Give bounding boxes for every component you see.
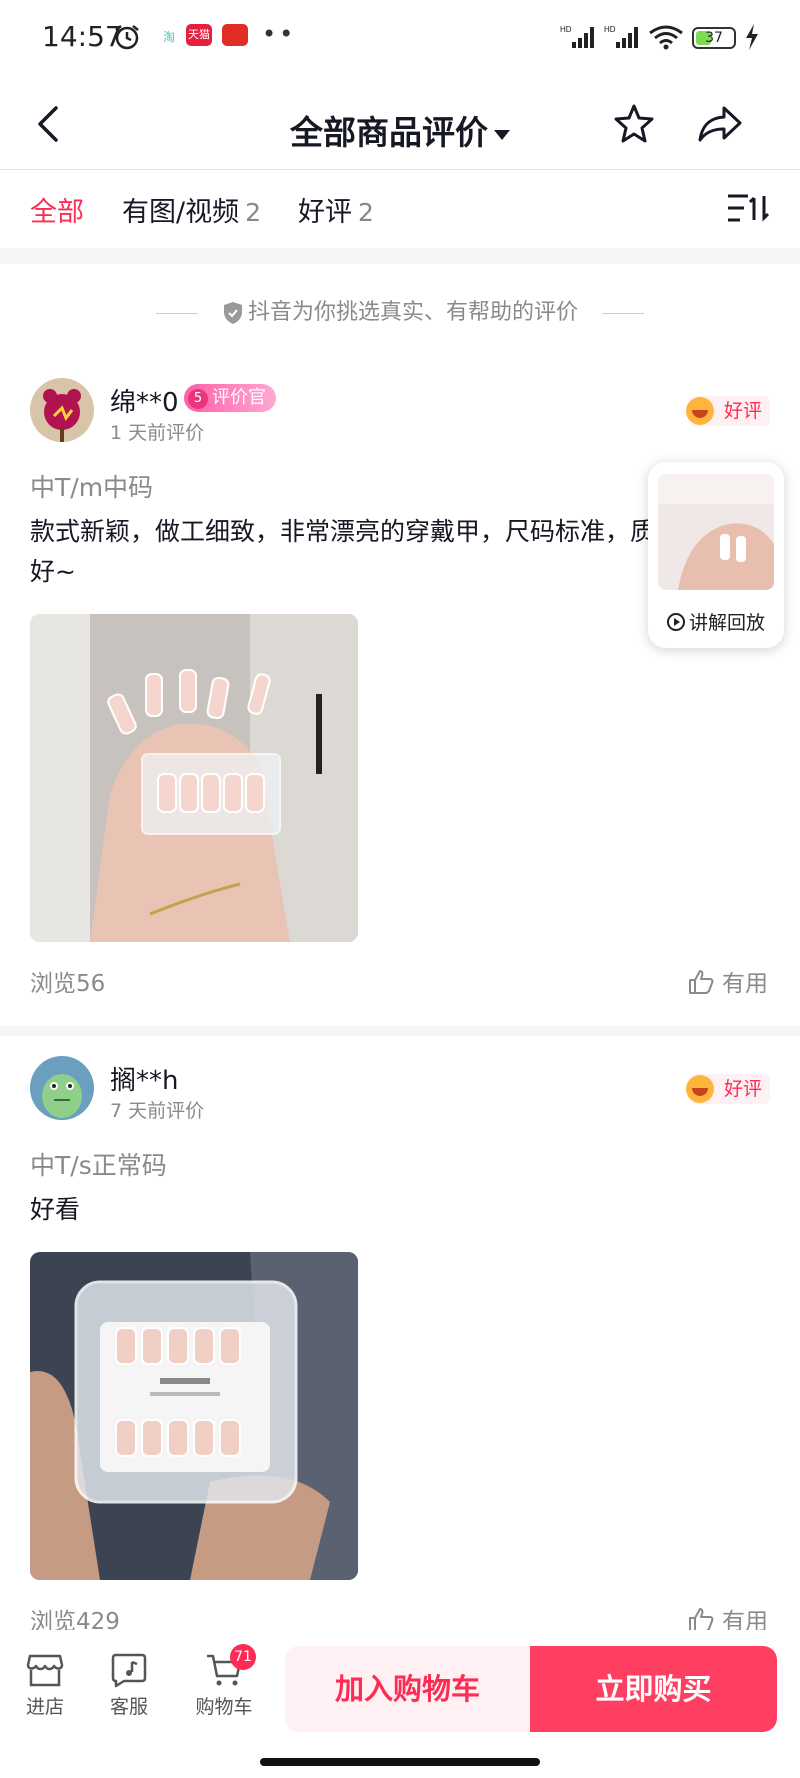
signal-icon-2: HD (604, 25, 638, 48)
rating-label: 好评 (724, 1078, 763, 1100)
cart-label: 购物车 (195, 1696, 253, 1718)
sort-filter-button[interactable] (726, 190, 770, 226)
product-spec: 中T/m中码 (30, 473, 154, 502)
tmall-app-icon: 天猫 (186, 24, 212, 46)
battery-level: 37 (705, 30, 723, 46)
rating-badge: 好评 (686, 396, 770, 426)
pinduoduo-app-icon (222, 24, 248, 46)
replay-label-row: 讲解回放 (648, 608, 784, 635)
add-to-cart-button[interactable]: 加入购物车 (285, 1646, 530, 1732)
store-icon (26, 1654, 64, 1687)
review-text: 好看 (30, 1195, 81, 1224)
replay-label: 讲解回放 (688, 612, 765, 634)
rating-label: 好评 (724, 400, 763, 422)
svg-text:HD: HD (560, 25, 572, 34)
avatar[interactable] (30, 1056, 94, 1120)
replay-thumbnail (658, 474, 774, 590)
product-spec: 中T/s正常码 (30, 1151, 167, 1180)
home-indicator[interactable] (260, 1758, 540, 1766)
status-bar: 14:57 淘 天猫 •• HD HD 37 (0, 0, 800, 76)
review-photo[interactable] (30, 614, 358, 942)
buy-now-button[interactable]: 立即购买 (530, 1646, 777, 1732)
authenticity-notice: 抖音为你挑选真实、有帮助的评价 (0, 294, 800, 330)
bottom-action-bar: 进店 客服 购物车 71 加入购物车 立即购买 (0, 1630, 800, 1778)
customer-service-label: 客服 (109, 1696, 148, 1718)
store-label: 进店 (25, 1696, 64, 1718)
thumbs-up-icon (689, 970, 714, 994)
chat-icon (111, 1653, 147, 1688)
helpful-button[interactable]: 有用 (688, 964, 768, 998)
cart-button[interactable]: 购物车 71 (188, 1644, 260, 1719)
svg-text:HD: HD (604, 25, 616, 34)
reviewer-name[interactable]: 绵**0 (110, 382, 179, 419)
cart-count-badge: 71 (230, 1644, 256, 1670)
filter-tabs: 全部 有图/视频 2 好评 2 (0, 170, 800, 248)
section-divider (0, 248, 800, 264)
review-text: 款式新颖，做工细致，非常漂亮的穿戴甲，尺码标准，质量很好~ (30, 517, 706, 586)
live-replay-float[interactable]: 讲解回放 (648, 462, 784, 648)
review-time: 1 天前评价 (110, 422, 205, 444)
tab-positive[interactable]: 好评 2 (298, 190, 374, 229)
signal-icon: HD (560, 25, 594, 48)
review-time: 7 天前评价 (110, 1100, 205, 1122)
tab-positive-count: 2 (358, 198, 374, 227)
helpful-label: 有用 (722, 971, 768, 997)
rating-badge: 好评 (686, 1074, 770, 1104)
share-button[interactable] (696, 102, 744, 146)
page-title-dropdown[interactable]: 全部商品评价 (0, 106, 800, 154)
review-photo[interactable] (30, 1252, 358, 1580)
status-time: 14:57 (42, 20, 123, 53)
header: 全部商品评价 (0, 76, 800, 170)
tab-all-label: 全部 (30, 197, 84, 228)
tab-with-media[interactable]: 有图/视频 2 (122, 190, 261, 229)
tab-with-media-count: 2 (245, 198, 262, 227)
wifi-icon (649, 25, 683, 50)
badge-label: 评价官 (212, 387, 266, 408)
reviewer-badge: 5 评价官 (184, 384, 276, 412)
more-notifications-icon: •• (262, 20, 297, 48)
view-count: 浏览56 (30, 971, 106, 997)
tab-with-media-label: 有图/视频 (122, 197, 240, 228)
shield-icon (223, 302, 242, 324)
badge-level: 5 (188, 389, 208, 409)
play-icon (666, 613, 685, 631)
tab-positive-label: 好评 (298, 197, 352, 228)
alarm-icon (115, 25, 139, 50)
charging-icon (746, 24, 758, 50)
smiley-icon (686, 397, 714, 425)
taobao-app-icon: 淘 (162, 30, 175, 44)
reviewer-name[interactable]: 搁**h (110, 1060, 178, 1097)
notice-text: 抖音为你挑选真实、有帮助的评价 (247, 300, 578, 325)
review-divider (0, 1026, 800, 1036)
tab-all[interactable]: 全部 (30, 190, 84, 229)
favorite-star-button[interactable] (612, 102, 656, 146)
avatar[interactable] (30, 378, 94, 442)
caret-down-icon (494, 129, 510, 140)
smiley-icon (686, 1075, 714, 1103)
customer-service-button[interactable]: 客服 (94, 1652, 164, 1719)
battery-icon: 37 (692, 27, 736, 49)
store-button[interactable]: 进店 (10, 1652, 80, 1719)
page-title: 全部商品评价 (290, 113, 488, 152)
